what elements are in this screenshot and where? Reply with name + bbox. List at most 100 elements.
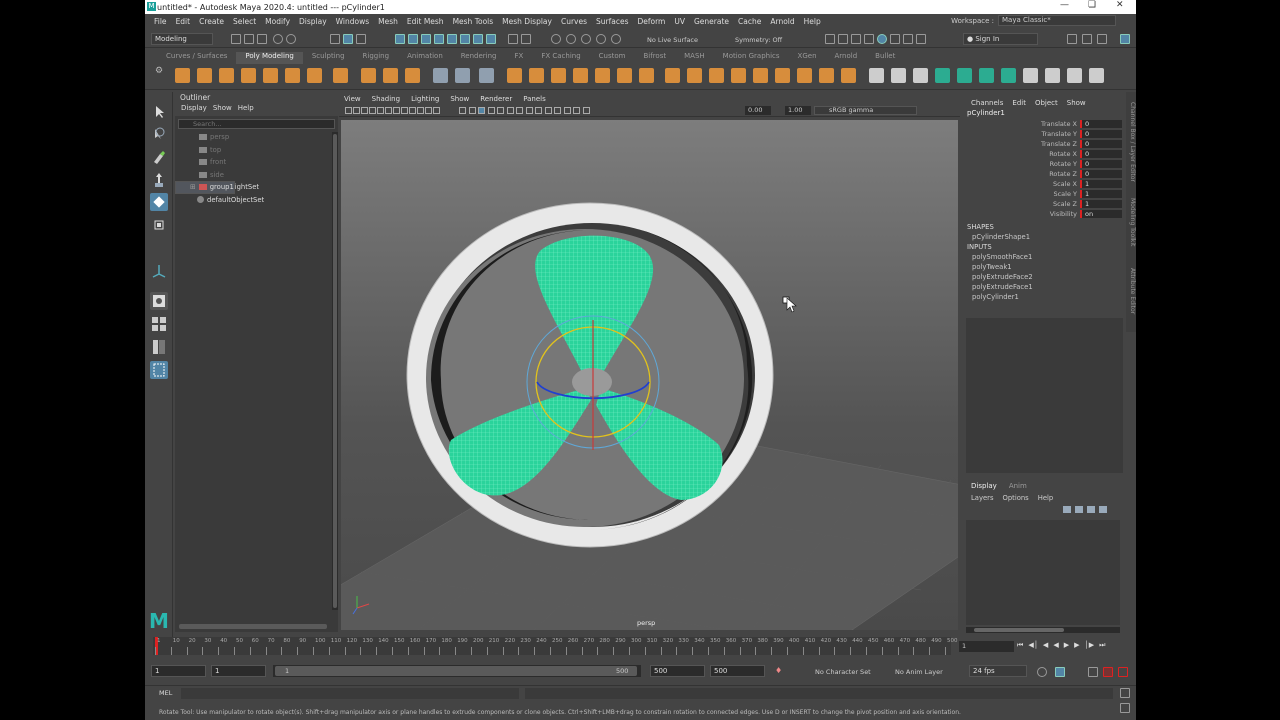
super-shape-icon[interactable] <box>361 68 376 83</box>
extract-icon[interactable] <box>551 68 566 83</box>
shelf-tab-xgen[interactable]: XGen <box>789 52 826 64</box>
offset-edge-loop-icon[interactable] <box>979 68 994 83</box>
step-forward-key-icon[interactable]: │▶ <box>1084 641 1094 650</box>
select-by-deformation-icon[interactable] <box>447 34 457 44</box>
play-forwards-icon[interactable]: ▶ <box>1064 641 1069 650</box>
minimize-button[interactable]: — <box>1060 0 1069 10</box>
play-backwards-icon[interactable]: ◀ <box>1053 641 1058 650</box>
bridge-icon[interactable] <box>479 68 494 83</box>
safe-title-icon[interactable] <box>459 107 466 114</box>
shelf-tab-sculpting[interactable]: Sculpting <box>303 52 354 64</box>
channel-row[interactable]: Rotate X0 <box>963 149 1136 159</box>
pause-viewport-icon[interactable] <box>916 34 926 44</box>
current-frame-field[interactable]: 1 <box>959 641 1014 652</box>
gamma-field[interactable]: 1.00 <box>785 106 811 115</box>
range-slider[interactable]: 1 500 <box>273 665 641 677</box>
scale-tool-icon[interactable] <box>150 216 168 234</box>
channel-attr-value[interactable]: 0 <box>1080 140 1122 148</box>
channel-menu-show[interactable]: Show <box>1067 99 1086 107</box>
shelf-tab-custom[interactable]: Custom <box>590 52 635 64</box>
xray-active-icon[interactable] <box>573 107 580 114</box>
four-view-layout-icon[interactable] <box>150 315 168 333</box>
gate-mask-icon[interactable] <box>417 107 424 114</box>
combine-icon[interactable] <box>507 68 522 83</box>
channel-attr-value[interactable]: on <box>1080 210 1122 218</box>
film-gate-icon[interactable] <box>401 107 408 114</box>
outliner-menu-display[interactable]: Display <box>181 104 207 116</box>
outliner-menu-show[interactable]: Show <box>213 104 232 116</box>
fps-dropdown[interactable]: 24 fps <box>969 665 1027 677</box>
menu-mesh-display[interactable]: Mesh Display <box>502 17 552 26</box>
layer-menu-layers[interactable]: Layers <box>971 494 994 502</box>
loop-icon[interactable] <box>1037 667 1047 677</box>
channel-attr-value[interactable]: 1 <box>1080 190 1122 198</box>
snap-to-point-icon[interactable] <box>581 34 591 44</box>
shelf-tab-fx[interactable]: FX <box>506 52 533 64</box>
menu-modify[interactable]: Modify <box>265 17 290 26</box>
mirror-icon[interactable] <box>639 68 654 83</box>
outliner-search-input[interactable]: Search... <box>178 119 335 129</box>
snap-to-grid-icon[interactable] <box>551 34 561 44</box>
select-object-icon[interactable] <box>343 34 353 44</box>
menu-display[interactable]: Display <box>299 17 327 26</box>
outliner-menu-help[interactable]: Help <box>238 104 254 116</box>
bookmarks-icon[interactable] <box>361 107 368 114</box>
menu-surfaces[interactable]: Surfaces <box>596 17 628 26</box>
shelf-tab-motion-graphics[interactable]: Motion Graphics <box>714 52 789 64</box>
reduce-icon[interactable] <box>617 68 632 83</box>
channel-attr-value[interactable]: 0 <box>1080 120 1122 128</box>
outliner-item-defaultObjectSet[interactable]: defaultObjectSet <box>175 194 338 207</box>
menu-file[interactable]: File <box>154 17 167 26</box>
playback-end-field[interactable]: 500 <box>650 665 705 677</box>
outliner-item-persp[interactable]: persp <box>175 131 338 144</box>
input-node[interactable]: polyExtrudeFace1 <box>963 282 1136 292</box>
time-ruler[interactable]: 1 10 20 30 40 50 60 70 80 90 100 110 120 130 140 150 160… <box>153 637 958 655</box>
animation-start-field[interactable]: 1 <box>151 665 206 677</box>
workspace-dropdown[interactable]: Maya Classic* <box>998 15 1116 26</box>
step-forward-frame-icon[interactable]: ▶ <box>1074 641 1079 650</box>
mel-label[interactable]: MEL <box>159 689 172 697</box>
channel-row[interactable]: Scale Y1 <box>963 189 1136 199</box>
input-node[interactable]: polyCylinder1 <box>963 292 1136 302</box>
script-editor-icon[interactable] <box>1120 688 1130 698</box>
insert-edge-loop-icon[interactable] <box>1001 68 1016 83</box>
snap-to-view-plane-icon[interactable] <box>596 34 606 44</box>
select-by-curve-icon[interactable] <box>421 34 431 44</box>
animation-end-field[interactable]: 500 <box>710 665 765 677</box>
merge-to-center-icon[interactable] <box>797 68 812 83</box>
go-to-start-icon[interactable]: ⏮ <box>1017 641 1023 650</box>
connect-icon[interactable] <box>913 68 928 83</box>
channel-row[interactable]: Visibility on <box>963 209 1136 219</box>
channel-menu-channels[interactable]: Channels <box>971 99 1003 107</box>
smooth-shade-icon[interactable] <box>478 107 485 114</box>
transfer-attributes-icon[interactable] <box>455 68 470 83</box>
undo-icon[interactable] <box>273 34 283 44</box>
channel-attr-value[interactable]: 0 <box>1080 130 1122 138</box>
menu-set-dropdown[interactable]: Modeling <box>151 33 213 45</box>
outliner-item-top[interactable]: top <box>175 144 338 157</box>
svg-tool-icon[interactable] <box>405 68 420 83</box>
show-manipulator-icon[interactable] <box>150 262 168 280</box>
help-line-options-icon[interactable] <box>1120 703 1130 713</box>
hypershade-icon[interactable] <box>877 34 887 44</box>
grid-icon[interactable] <box>393 107 400 114</box>
input-node[interactable]: polyExtrudeFace2 <box>963 272 1136 282</box>
sound-icon[interactable] <box>1055 667 1065 677</box>
bridge-faces-icon[interactable] <box>709 68 724 83</box>
channel-attr-value[interactable]: 1 <box>1080 200 1122 208</box>
select-component-icon[interactable] <box>356 34 366 44</box>
xray-icon[interactable] <box>563 107 571 114</box>
live-surface-label[interactable]: No Live Surface <box>647 36 698 44</box>
quad-draw-icon[interactable] <box>935 68 950 83</box>
expand-icon[interactable]: ⊞ <box>190 181 196 194</box>
menu-windows[interactable]: Windows <box>336 17 369 26</box>
delete-edge-icon[interactable] <box>1089 68 1104 83</box>
exposure-field[interactable]: 0.00 <box>745 106 771 115</box>
append-polygon-icon[interactable] <box>753 68 768 83</box>
2d-pan-zoom-icon[interactable] <box>377 107 384 114</box>
channel-menu-edit[interactable]: Edit <box>1012 99 1026 107</box>
shelf-settings-icon[interactable]: ⚙ <box>155 66 163 76</box>
layer-tab-display[interactable]: Display <box>971 482 997 490</box>
select-by-dynamic-icon[interactable] <box>460 34 470 44</box>
input-node[interactable]: polyTweak1 <box>963 262 1136 272</box>
